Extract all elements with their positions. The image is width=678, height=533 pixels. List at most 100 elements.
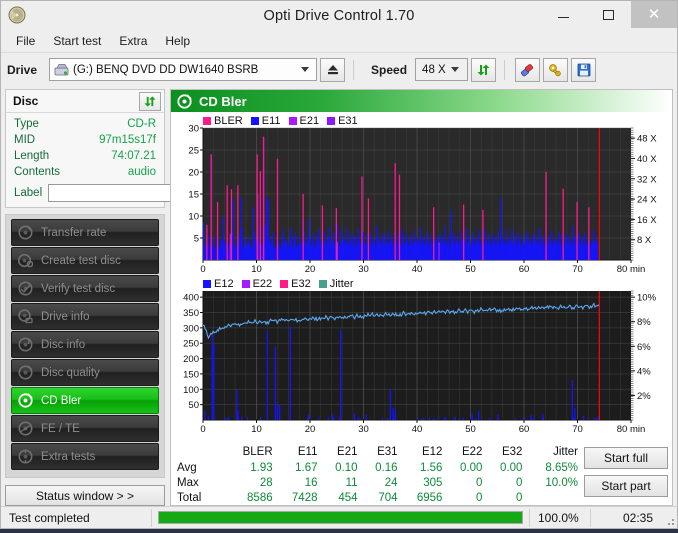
legend-label-e31: E31	[338, 115, 358, 127]
svg-text:32 X: 32 X	[637, 174, 657, 185]
sidebar-item-create-test-disc[interactable]: Create test disc	[11, 247, 159, 274]
tools-button[interactable]	[543, 58, 568, 82]
menu-item-help[interactable]: Help	[158, 32, 199, 51]
sidebar-item-disc-quality[interactable]: Disc quality	[11, 359, 159, 386]
extra-tests-icon	[18, 449, 33, 464]
minimize-button[interactable]	[541, 1, 586, 28]
sidebar-item-label: Drive info	[41, 311, 90, 323]
sidebar-item-label: Verify test disc	[41, 283, 115, 295]
disc-key-contents: Contents	[14, 166, 60, 178]
eraser-icon	[520, 63, 535, 77]
cd-bler-icon	[177, 94, 192, 109]
drive-label: Drive	[7, 63, 37, 77]
test-nav-list: Transfer rate Create test disc Verify te…	[5, 214, 165, 478]
menu-item-file[interactable]: File	[9, 32, 44, 51]
status-window-button[interactable]: Status window > >	[5, 485, 165, 506]
svg-text:40 X: 40 X	[637, 154, 657, 165]
svg-text:10: 10	[251, 264, 262, 275]
main-body: Disc Type CD-R MID 97m15s17f Length 74:0…	[1, 86, 677, 506]
legend-swatch-jitter	[319, 280, 327, 288]
svg-text:0: 0	[200, 264, 205, 275]
title-bar: Opti Drive Control 1.70 ✕	[1, 1, 677, 30]
legend-swatch-e22	[242, 280, 250, 288]
svg-text:30: 30	[188, 124, 199, 135]
disc-test-icon	[18, 225, 33, 240]
total-e22: 0	[444, 490, 484, 505]
erase-button[interactable]	[515, 58, 540, 82]
col-e21: E21	[320, 445, 360, 460]
disc-value-mid: 97m15s17f	[99, 134, 156, 146]
svg-text:40: 40	[412, 424, 423, 435]
disc-value-contents: audio	[128, 166, 156, 178]
drive-select[interactable]: (G:) BENQ DVD DD DW1640 BSRB	[49, 58, 317, 81]
svg-text:30: 30	[358, 424, 369, 435]
sidebar-item-extra-tests[interactable]: Extra tests	[11, 443, 159, 470]
disc-value-length: 74:07.21	[111, 150, 156, 162]
resize-grip[interactable]	[663, 507, 677, 528]
statistics-table: BLER E11 E21 E31 E12 E22 E32 Jitter Avg …	[171, 445, 580, 505]
max-e12: 305	[400, 475, 445, 490]
drive-info-icon	[18, 309, 33, 324]
drive-icon	[54, 63, 69, 77]
eject-icon	[326, 63, 340, 76]
cd-bler-icon	[18, 393, 33, 408]
sidebar-item-disc-info[interactable]: Disc info	[11, 331, 159, 358]
legend-label-e21: E21	[300, 115, 320, 127]
col-e22: E22	[444, 445, 484, 460]
svg-text:30: 30	[358, 264, 369, 275]
svg-text:80 min: 80 min	[617, 264, 646, 275]
avg-e12: 1.56	[400, 460, 445, 475]
close-icon: ✕	[648, 7, 661, 22]
progress-bar	[158, 511, 523, 524]
test-action-buttons: Start full Start part	[580, 445, 672, 505]
menu-item-start-test[interactable]: Start test	[46, 32, 110, 51]
progress-cell	[152, 511, 529, 524]
disc-info-panel: Disc Type CD-R MID 97m15s17f Length 74:0…	[5, 89, 165, 208]
refresh-button[interactable]	[471, 58, 496, 82]
col-jitter: Jitter	[524, 445, 580, 460]
total-e32: 0	[484, 490, 524, 505]
total-bler: 8586	[223, 490, 275, 505]
refresh-icon	[143, 95, 157, 108]
svg-text:400: 400	[183, 293, 199, 304]
legend-label-jitter: Jitter	[330, 278, 354, 290]
sidebar-item-drive-info[interactable]: Drive info	[11, 303, 159, 330]
svg-text:60: 60	[519, 264, 530, 275]
speed-select[interactable]: 48 X	[415, 58, 468, 81]
legend-label-e32: E32	[291, 278, 311, 290]
menu-item-extra[interactable]: Extra	[112, 32, 156, 51]
max-e22: 0	[444, 475, 484, 490]
total-e31: 704	[360, 490, 400, 505]
save-button[interactable]	[571, 58, 596, 82]
start-part-button[interactable]: Start part	[584, 475, 668, 497]
svg-text:4%: 4%	[637, 366, 651, 377]
app-window: Opti Drive Control 1.70 ✕ File Start tes…	[0, 0, 678, 529]
sidebar-item-label: Extra tests	[41, 451, 95, 463]
col-e31: E31	[360, 445, 400, 460]
disc-key-length: Length	[14, 150, 49, 162]
table-row-total: Total 8586 7428 454 704 6956 0 0	[171, 490, 580, 505]
avg-e31: 0.16	[360, 460, 400, 475]
disc-key-type: Type	[14, 118, 39, 130]
sidebar-item-verify-test-disc[interactable]: Verify test disc	[11, 275, 159, 302]
disc-refresh-button[interactable]	[139, 92, 161, 111]
legend-label-e12: E12	[214, 278, 234, 290]
avg-jitter: 8.65%	[524, 460, 580, 475]
sidebar-item-cd-bler[interactable]: CD Bler	[11, 387, 159, 414]
total-jitter	[524, 490, 580, 505]
start-full-button[interactable]: Start full	[584, 447, 668, 469]
stats-corner	[171, 445, 223, 460]
disc-row-length: Length 74:07.21	[6, 148, 164, 164]
close-button[interactable]: ✕	[631, 1, 677, 28]
max-e11: 16	[275, 475, 320, 490]
progress-fill	[159, 512, 522, 523]
eject-button[interactable]	[320, 58, 345, 82]
progress-percent: 100.0%	[530, 511, 590, 525]
svg-text:15: 15	[188, 190, 199, 201]
sidebar-item-fe-te[interactable]: FE / TE	[11, 415, 159, 442]
maximize-button[interactable]	[586, 1, 631, 28]
sidebar-item-transfer-rate[interactable]: Transfer rate	[11, 219, 159, 246]
disc-row-contents: Contents audio	[6, 164, 164, 180]
svg-text:70: 70	[572, 264, 583, 275]
sidebar-item-label: Transfer rate	[41, 227, 106, 239]
